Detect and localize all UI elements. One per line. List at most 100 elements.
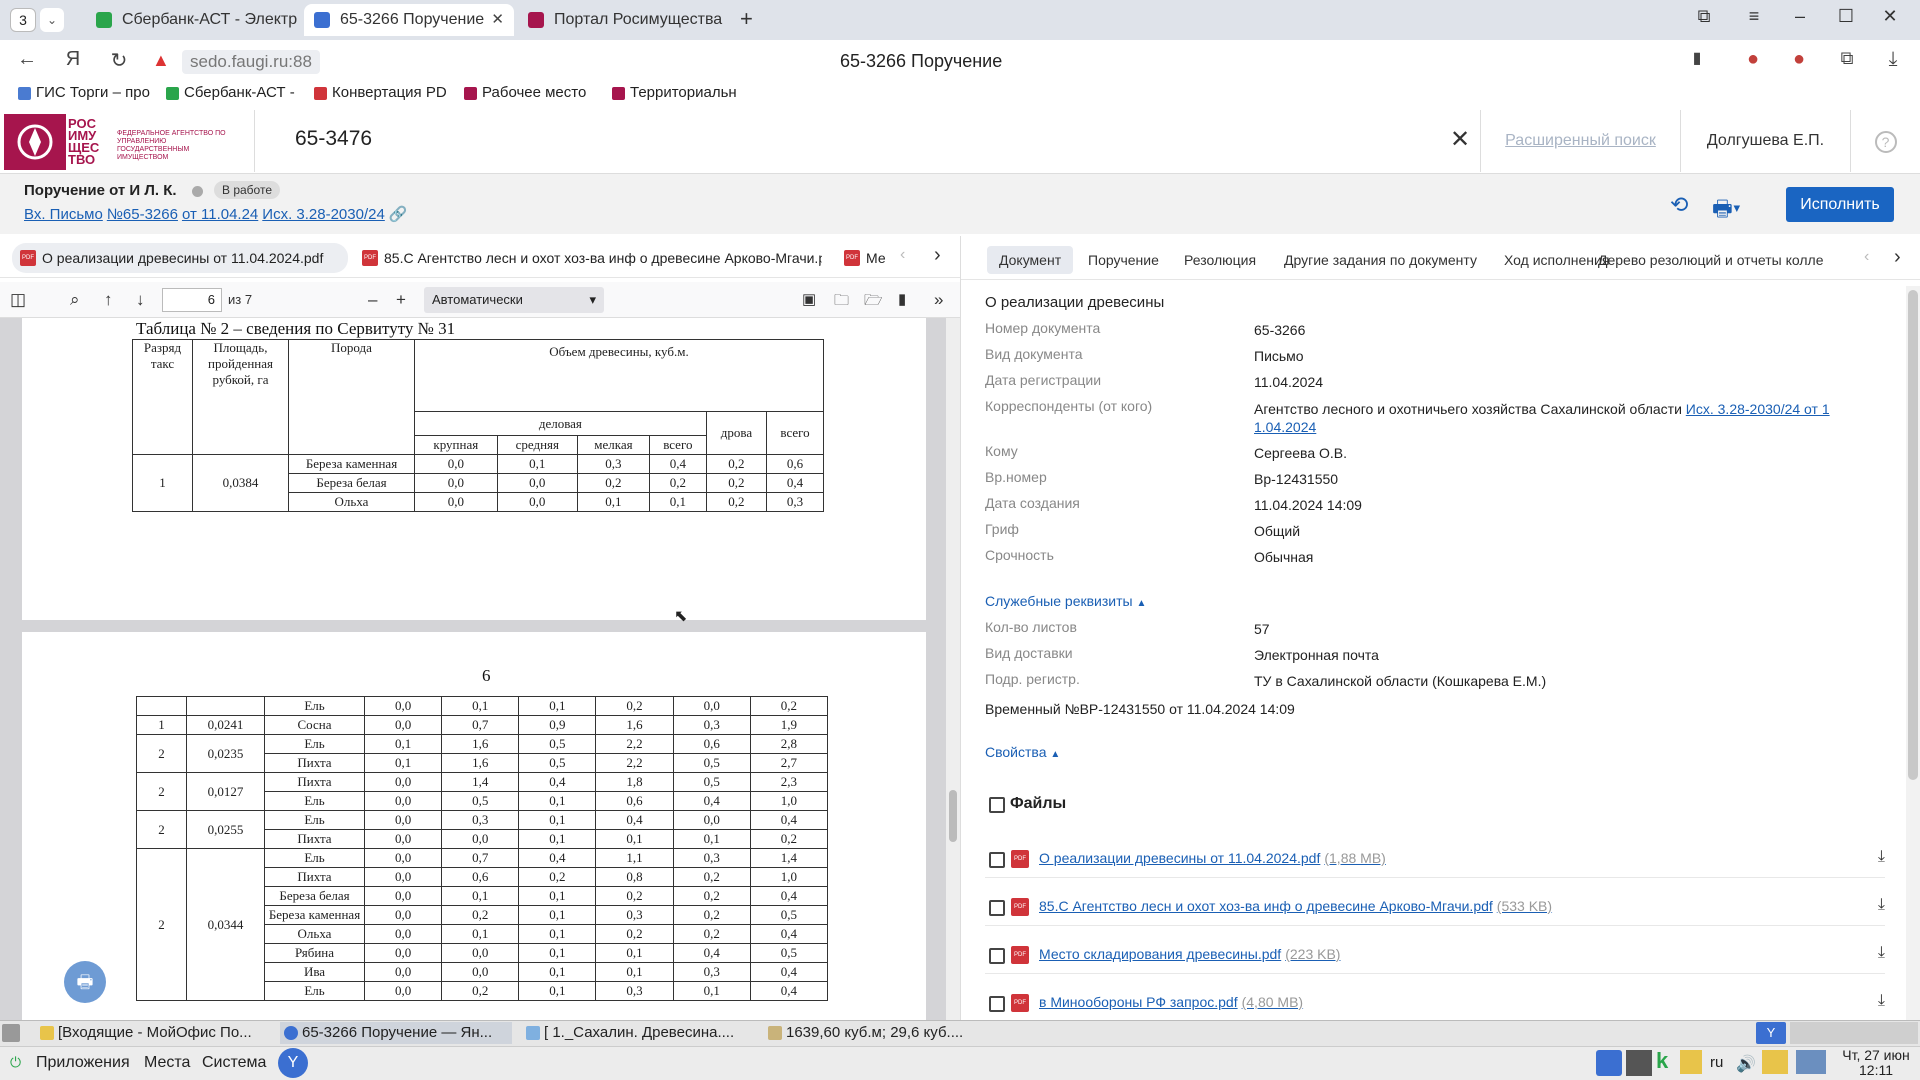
prev-page-icon[interactable]: ↑ — [104, 290, 113, 310]
file-checkbox[interactable] — [989, 852, 1005, 868]
zoom-select[interactable]: Автоматически ▾ — [424, 287, 604, 313]
file-link[interactable]: 85.С Агентство лесн и охот хоз-ва инф о … — [1039, 898, 1552, 914]
network-icon[interactable] — [1796, 1050, 1826, 1074]
kaspersky-icon[interactable]: k — [1656, 1048, 1668, 1074]
bookmark-convert[interactable]: Конвертация PD — [312, 84, 452, 101]
file-link[interactable]: О реализации древесины от 11.04.2024.pdf… — [1039, 850, 1386, 866]
yandex-icon[interactable]: Я — [58, 48, 88, 71]
maximize-icon[interactable]: ☐ — [1832, 6, 1860, 27]
file-link[interactable]: в Минообороны РФ запрос.pdf (4,80 MB) — [1039, 994, 1303, 1010]
print-fab-icon[interactable]: 🖶 — [64, 961, 106, 1003]
bookmark-sberbank[interactable]: Сбербанк-АСТ - — [164, 84, 300, 101]
tabs-next-icon[interactable]: › — [934, 244, 941, 267]
advanced-search-link[interactable]: Расширенный поиск — [1480, 110, 1680, 172]
execute-button[interactable]: Исполнить — [1786, 187, 1894, 222]
search-icon[interactable]: ⌕ — [70, 290, 80, 310]
bookmark-territorial[interactable]: Территориальн — [610, 84, 746, 101]
file-tab-1[interactable]: PDF О реализации древесины от 11.04.2024.… — [12, 243, 348, 273]
user-name[interactable]: Долгушева Е.П. — [1680, 110, 1850, 172]
close-window-icon[interactable]: ✕ — [1876, 6, 1904, 27]
doc-number-link[interactable]: №65-3266 — [107, 206, 178, 223]
service-section-toggle[interactable]: Служебные реквизиты ▲ — [985, 593, 1146, 609]
menu-applications[interactable]: Приложения — [36, 1054, 130, 1072]
doc-type-link[interactable]: Вх. Письмо — [24, 206, 103, 223]
link-icon[interactable]: 🔗 — [389, 206, 408, 223]
warning-icon[interactable]: ▲ — [152, 50, 170, 71]
open-file-icon[interactable]: 🗀 — [834, 290, 849, 315]
save-icon[interactable]: 🗁 — [864, 290, 883, 315]
props-section-toggle[interactable]: Свойства ▲ — [985, 744, 1060, 760]
file-checkbox[interactable] — [989, 900, 1005, 916]
volume-icon[interactable]: 🔊 — [1736, 1054, 1756, 1074]
help-icon[interactable]: ? — [1850, 110, 1920, 172]
pdf-viewer[interactable]: Таблица № 2 – сведения по Сервитуту № 31… — [0, 318, 960, 1020]
download-icon[interactable]: ⤓ — [1878, 992, 1885, 1010]
show-desktop-icon[interactable] — [2, 1024, 20, 1042]
tab-order[interactable]: Поручение — [1076, 246, 1171, 274]
tabs-prev-icon[interactable]: ‹ — [1864, 248, 1869, 266]
print-icon[interactable]: 🖶▾ — [1712, 192, 1741, 230]
zoom-in-icon[interactable]: + — [396, 290, 406, 310]
file-checkbox[interactable] — [989, 996, 1005, 1012]
yandex-launcher-icon[interactable]: Y — [278, 1048, 308, 1078]
gosuslugi-icon[interactable] — [1596, 1050, 1622, 1076]
search-input[interactable]: 65-3476 — [295, 127, 372, 151]
reload-icon[interactable]: ↻ — [104, 48, 134, 73]
presentation-icon[interactable]: ▣ — [802, 290, 816, 308]
extension-icon[interactable]: ● — [1738, 48, 1768, 71]
tabs-prev-icon[interactable]: ‹ — [900, 246, 905, 264]
chevron-down-icon[interactable]: ⌄ — [40, 8, 64, 32]
new-tab-icon[interactable]: + — [740, 6, 753, 32]
browser-tab-rosim[interactable]: Портал Росимущества — [518, 4, 730, 36]
doc-date-link[interactable]: от 11.04.24 — [182, 206, 258, 223]
outgoing-link[interactable]: Исх. 3.28-2030/24 от 1 — [1686, 401, 1830, 417]
taskbar-item-folder[interactable]: 1639,60 куб.м; 29,6 куб.... — [764, 1022, 1000, 1044]
sidebar-toggle-icon[interactable]: ◫ — [10, 290, 26, 310]
clipboard-icon[interactable] — [1762, 1050, 1788, 1074]
pdf-scroll-thumb[interactable] — [949, 790, 957, 842]
browser-tab-active[interactable]: 65-3266 Поручение ✕ — [304, 4, 514, 36]
clear-search-icon[interactable]: ✕ — [1450, 125, 1470, 154]
download-icon[interactable]: ⤓ — [1878, 896, 1885, 914]
file-checkbox[interactable] — [989, 948, 1005, 964]
minimize-icon[interactable]: – — [1786, 6, 1814, 27]
bookmark-gis[interactable]: ГИС Торги – про — [16, 84, 152, 101]
more-tools-icon[interactable]: » — [934, 290, 943, 310]
bookmark-workplace[interactable]: Рабочее место — [462, 84, 596, 101]
pdf-scrollbar[interactable] — [946, 318, 960, 1020]
tabs-next-icon[interactable]: › — [1894, 246, 1901, 269]
tab-count-button[interactable]: 3 — [10, 8, 36, 32]
tab-other-tasks[interactable]: Другие задания по документу — [1272, 246, 1489, 274]
clock[interactable]: Чт, 27 июн 12:11 — [1834, 1048, 1918, 1078]
keyboard-layout[interactable]: ru — [1710, 1054, 1723, 1071]
outgoing-link[interactable]: Исх. 3.28-2030/24 — [262, 206, 385, 223]
download-icon[interactable]: ⤓ — [1878, 48, 1908, 71]
workspace-icon[interactable]: Y — [1756, 1022, 1786, 1044]
file-tab-3[interactable]: PDF Ме — [836, 243, 898, 273]
collections-icon[interactable]: ⧉ — [1832, 48, 1862, 69]
files-select-all-checkbox[interactable] — [989, 797, 1005, 813]
panel-scroll-thumb[interactable] — [1908, 290, 1918, 780]
taskbar-item-browser[interactable]: 65-3266 Поручение — Ян... — [280, 1022, 512, 1044]
tray-files-icon[interactable] — [1680, 1050, 1702, 1074]
file-link[interactable]: Место складирования древесины.pdf (223 KB… — [1039, 946, 1340, 962]
download-icon[interactable]: ⤓ — [1878, 848, 1885, 866]
taskbar-item-mail[interactable]: [Входящие - МойОфис По... — [36, 1022, 272, 1044]
file-tab-2[interactable]: PDF 85.С Агентство лесн и охот хоз-ва инф… — [354, 243, 822, 273]
close-tab-icon[interactable]: ✕ — [491, 4, 504, 36]
tab-document[interactable]: Документ — [987, 246, 1074, 274]
menu-system[interactable]: Система — [202, 1054, 266, 1072]
page-number-input[interactable]: 6 — [162, 288, 222, 312]
zoom-out-icon[interactable]: – — [368, 290, 377, 310]
next-page-icon[interactable]: ↓ — [136, 290, 145, 310]
app-tray-icon[interactable] — [1626, 1050, 1652, 1076]
history-icon[interactable]: ⟲ — [1670, 192, 1688, 218]
url-field[interactable]: sedo.faugi.ru:88 — [182, 50, 320, 74]
download-icon[interactable]: ⤓ — [1878, 944, 1885, 962]
browser-tab-sberbank[interactable]: Сбербанк-АСТ - Электр — [86, 4, 300, 36]
tab-resolution-tree[interactable]: Дерево резолюций и отчеты колле — [1586, 246, 1862, 274]
tab-resolution[interactable]: Резолюция — [1172, 246, 1268, 274]
taskbar-item-viewer[interactable]: [ 1._Сахалин. Древесина.... — [522, 1022, 758, 1044]
outgoing-link-date[interactable]: 1.04.2024 — [1254, 419, 1316, 435]
back-icon[interactable]: ← — [12, 48, 42, 71]
